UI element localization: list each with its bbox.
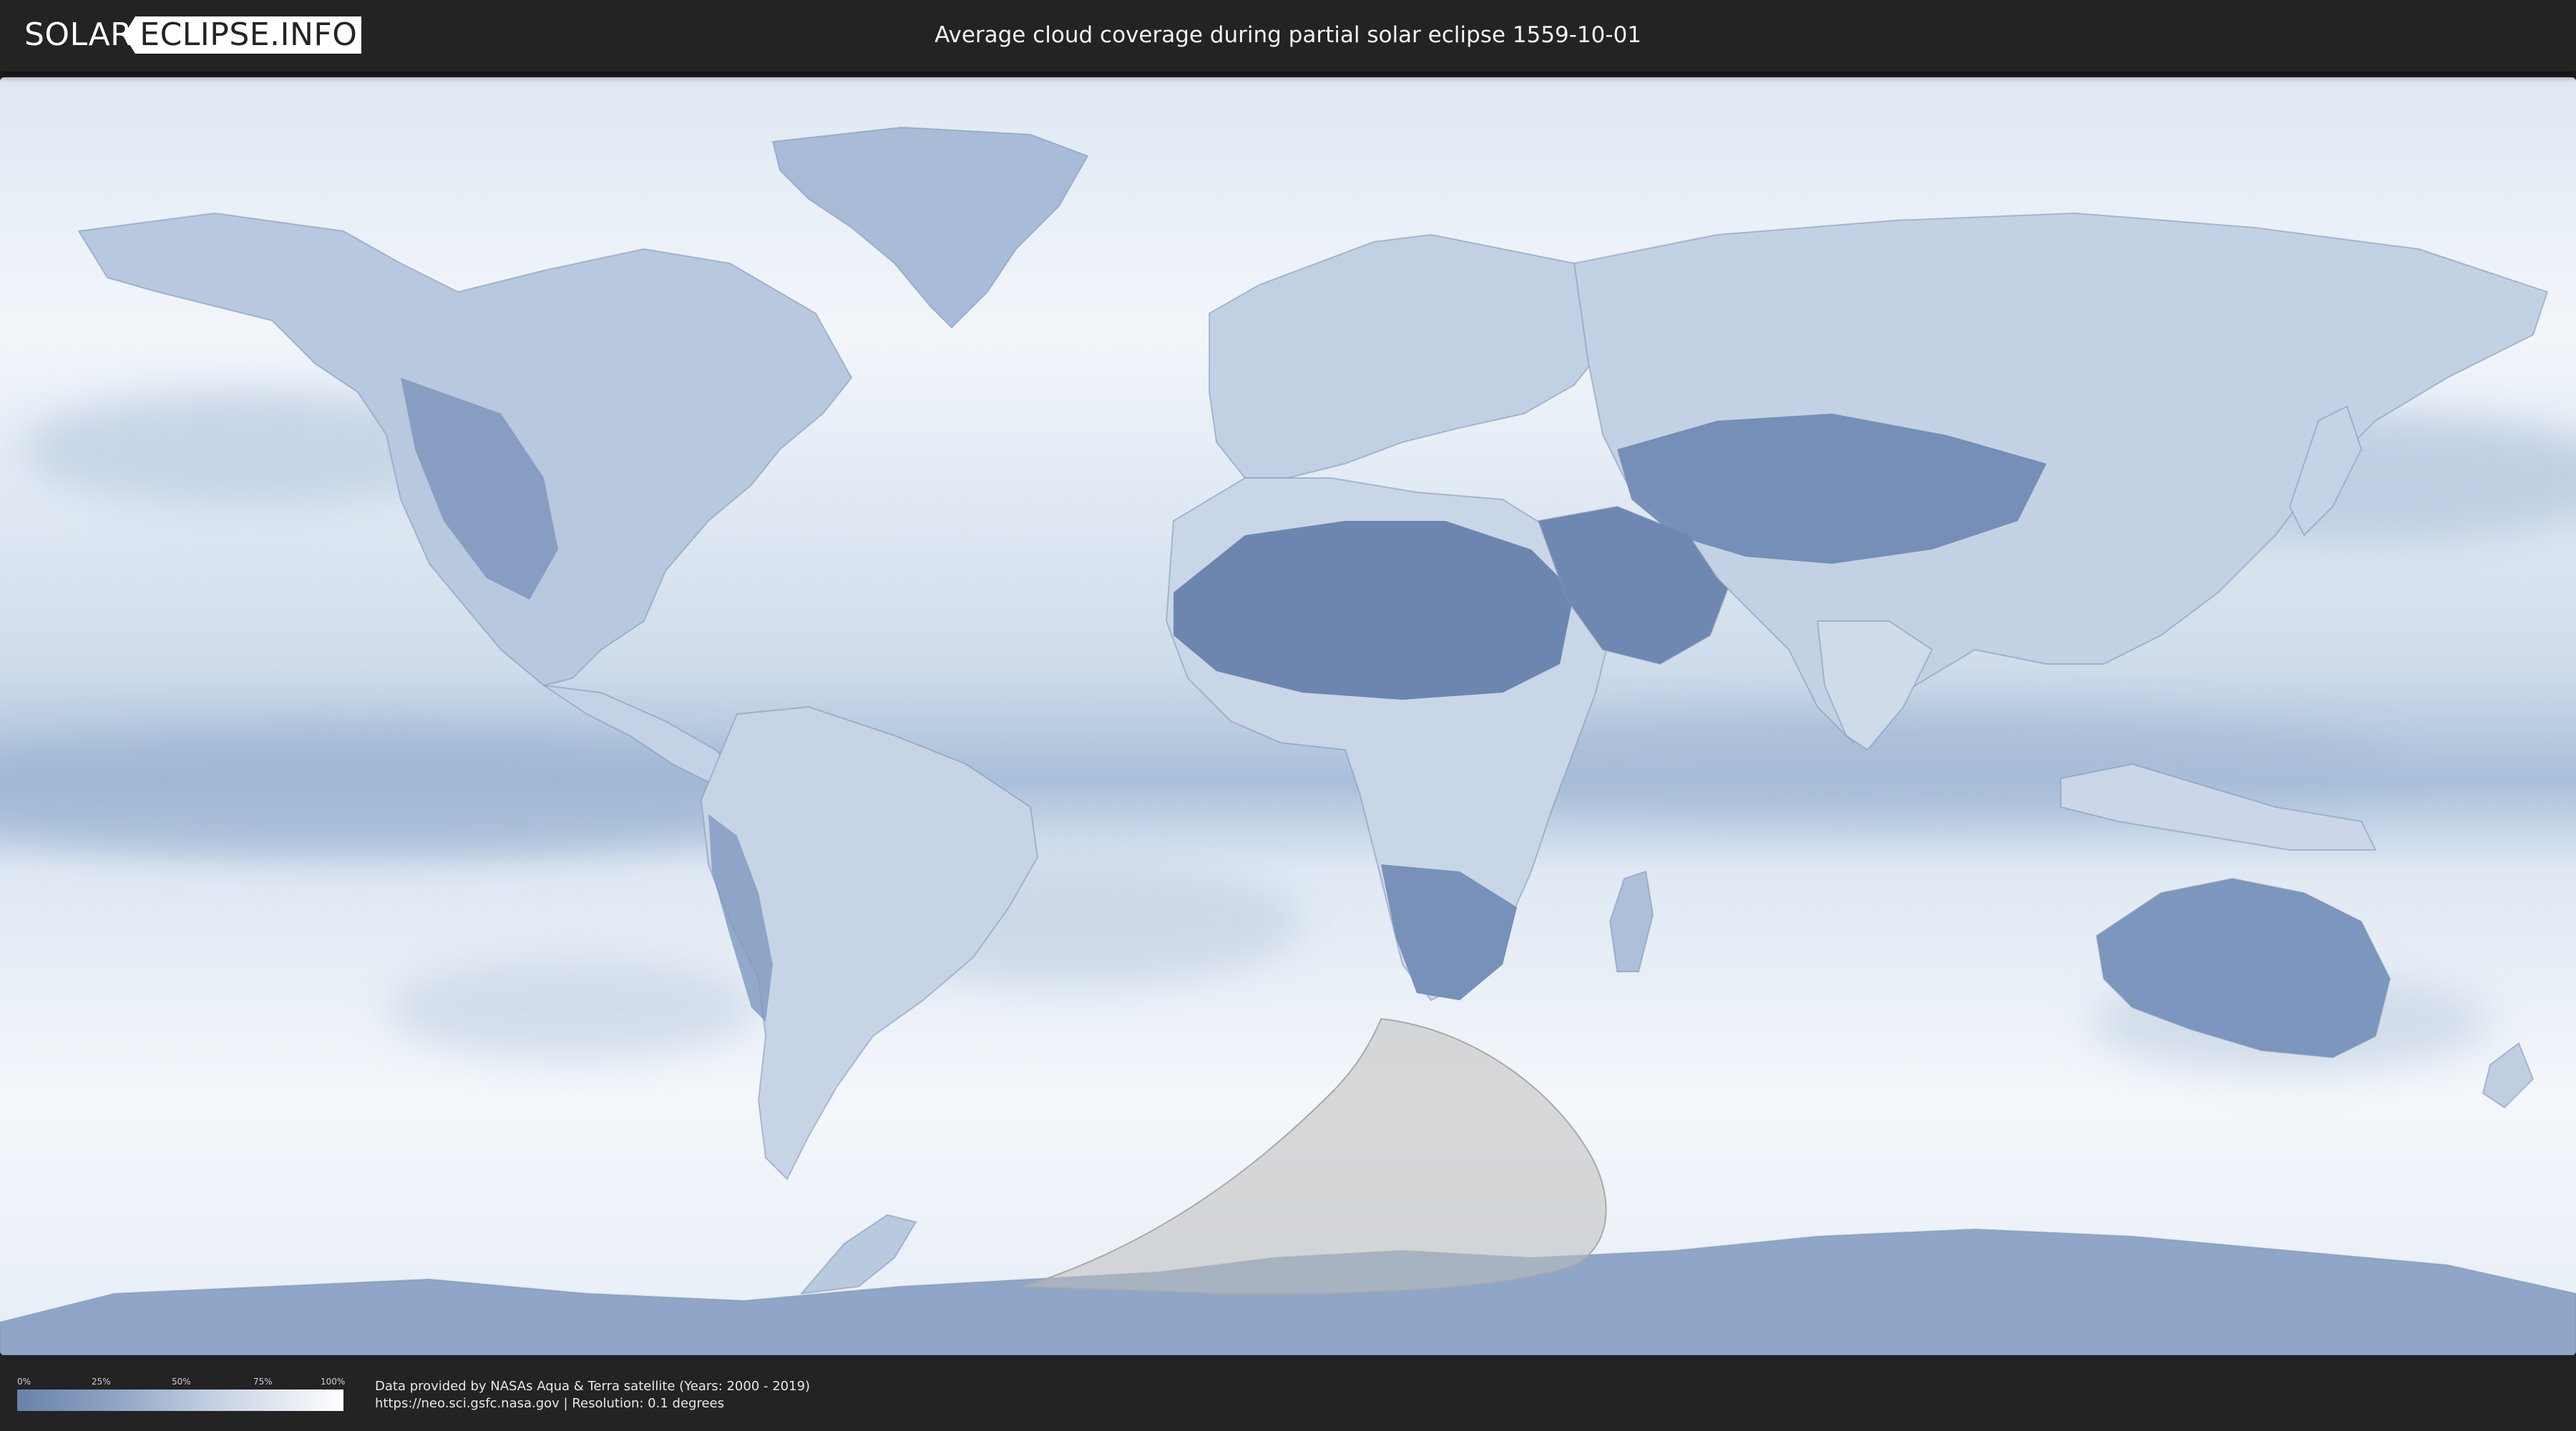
legend-tick-50: 50% [172,1377,191,1387]
cloud-coverage-map[interactable] [0,77,2576,1355]
legend-tick-0: 0% [17,1377,31,1387]
data-source-line: https://neo.sci.gsfc.nasa.gov | Resoluti… [375,1396,724,1411]
sahara-clear-sky [1174,521,1574,700]
page-title: Average cloud coverage during partial so… [935,22,1641,48]
map-canvas [0,77,2576,1355]
cloud-coverage-legend: 0% 25% 50% 75% 100% [17,1377,346,1414]
legend-gradient-bar [17,1390,343,1411]
legend-tick-100: 100% [321,1377,346,1387]
header-bar: SOLAR ECLIPSE.INFO Average cloud coverag… [0,0,2576,72]
footer-bar: 0% 25% 50% 75% 100% Data provided by NAS… [0,1359,2576,1431]
legend-tick-75: 75% [253,1377,273,1387]
legend-tick-25: 25% [92,1377,111,1387]
data-credit-line: Data provided by NASAs Aqua & Terra sate… [375,1379,811,1394]
app-root: SOLAR ECLIPSE.INFO Average cloud coverag… [0,0,2576,1431]
